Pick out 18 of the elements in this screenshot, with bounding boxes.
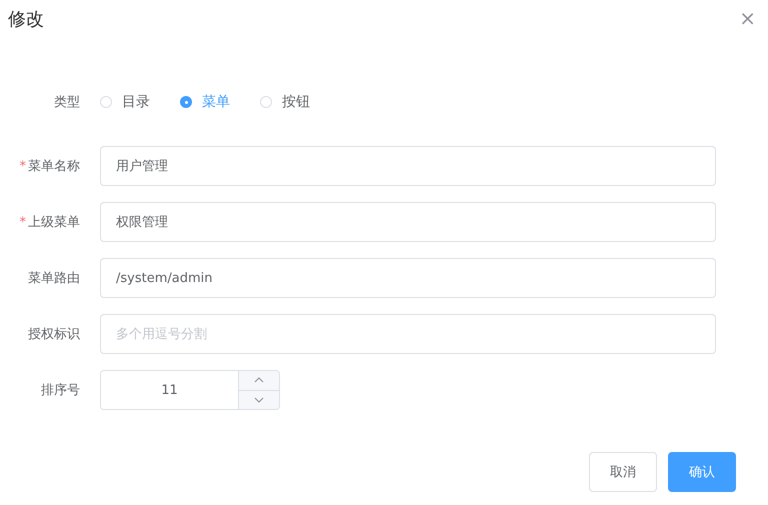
cancel-button[interactable]: 取消 [589,452,657,492]
chevron-up-icon [254,377,264,384]
field-label: 菜单路由 [27,270,81,287]
input-field[interactable]: 权限管理 [100,202,716,242]
close-button[interactable]: × [739,8,756,28]
field-label: 类型 [53,94,81,111]
field-label: 排序号 [40,382,81,399]
chevron-down-icon [254,396,264,403]
radio-option[interactable]: 目录 [100,93,150,111]
radio-option[interactable]: 按钮 [260,93,310,111]
number-field[interactable]: 11 [100,370,280,410]
dialog-title: 修改 [8,8,44,32]
field-label: *上级菜单 [18,214,81,231]
input-field[interactable]: /system/admin [100,258,716,298]
input-field[interactable]: 用户管理 [100,146,716,186]
input-field[interactable]: 多个用逗号分割 [100,314,716,354]
field-label: 授权标识 [27,326,81,343]
field-label: *菜单名称 [18,158,81,175]
